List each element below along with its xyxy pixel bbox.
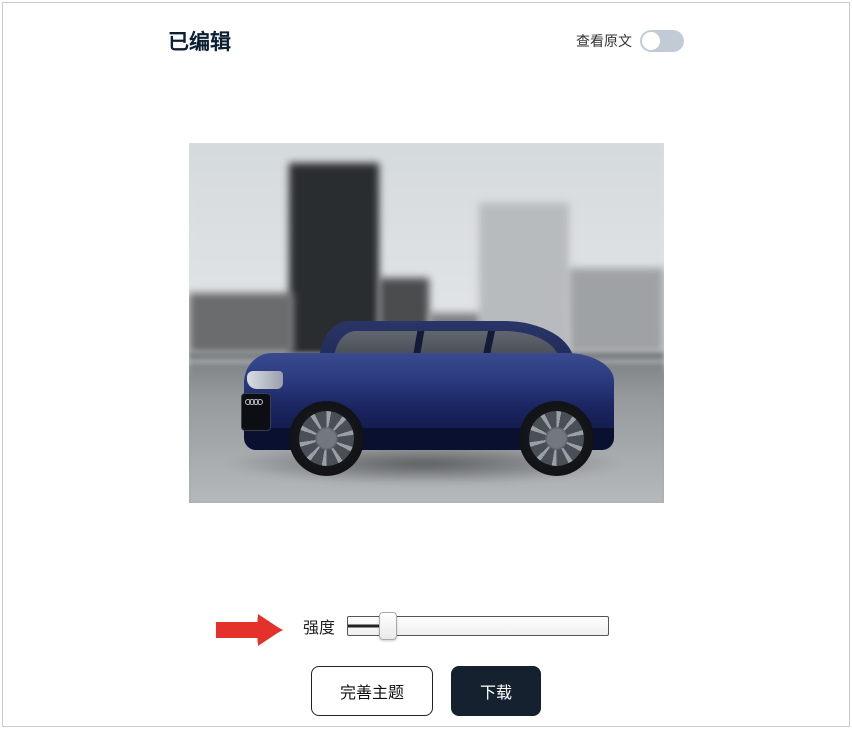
intensity-label: 强度 <box>303 614 335 638</box>
intensity-control: 强度 <box>303 614 609 638</box>
page-title: 已编辑 <box>168 26 231 56</box>
download-button[interactable]: 下载 <box>451 666 541 716</box>
edited-image-preview <box>189 143 664 503</box>
refine-subject-button[interactable]: 完善主题 <box>311 666 433 716</box>
toggle-knob <box>642 32 660 50</box>
slider-thumb[interactable] <box>379 612 397 640</box>
editor-panel: 已编辑 查看原文 <box>2 2 850 727</box>
view-original-label: 查看原文 <box>576 31 632 51</box>
view-original-toggle-group: 查看原文 <box>576 30 684 52</box>
action-buttons: 完善主题 下载 <box>3 666 849 716</box>
view-original-toggle[interactable] <box>640 30 684 52</box>
arrow-icon <box>214 612 284 648</box>
header: 已编辑 查看原文 <box>3 3 849 58</box>
preview-area <box>3 143 849 503</box>
intensity-slider[interactable] <box>347 616 609 636</box>
